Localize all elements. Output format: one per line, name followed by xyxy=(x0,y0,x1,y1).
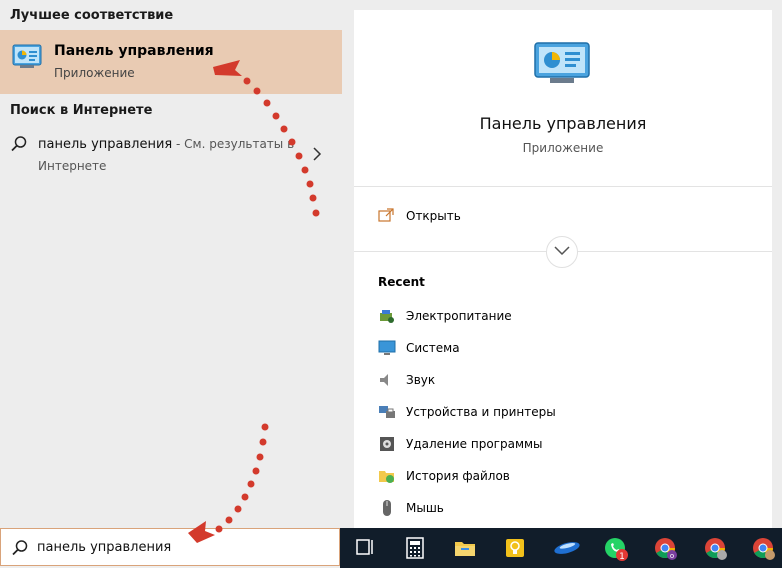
web-search-heading: Поиск в Интернете xyxy=(10,103,153,118)
chevron-right-icon[interactable] xyxy=(312,146,322,165)
search-box[interactable] xyxy=(0,528,340,566)
open-action[interactable]: Открыть xyxy=(378,208,461,225)
chrome-icon[interactable]: o xyxy=(642,528,688,568)
recent-item[interactable]: Удаление программы xyxy=(378,435,758,457)
divider xyxy=(354,186,772,187)
recent-item[interactable]: Устройства и принтеры xyxy=(378,403,758,425)
best-match-title: Панель управления xyxy=(54,43,214,59)
devices-printers-icon xyxy=(378,403,396,421)
recent-item[interactable]: Мышь xyxy=(378,499,758,521)
web-search-result[interactable]: панель управления - См. результаты в Инт… xyxy=(0,128,342,178)
chevron-down-icon xyxy=(554,246,570,256)
control-panel-icon xyxy=(12,44,42,74)
mouse-icon xyxy=(378,499,396,517)
calculator-icon[interactable] xyxy=(392,528,438,568)
chrome-icon[interactable] xyxy=(740,528,782,568)
chrome-icon[interactable] xyxy=(692,528,738,568)
open-label: Открыть xyxy=(406,209,461,223)
file-explorer-icon[interactable] xyxy=(442,528,488,568)
preview-subtitle: Приложение xyxy=(522,141,604,155)
web-search-hint-line2: Интернете xyxy=(38,159,107,173)
recent-heading: Recent xyxy=(378,275,425,289)
power-options-icon xyxy=(378,307,396,325)
search-icon xyxy=(10,135,28,157)
control-panel-large-icon xyxy=(534,42,590,90)
search-input[interactable] xyxy=(37,537,327,557)
sound-icon xyxy=(378,371,396,389)
recent-item[interactable]: Система xyxy=(378,339,758,361)
preview-title: Панель управления xyxy=(479,114,647,133)
app-icon[interactable] xyxy=(542,528,588,568)
recent-item[interactable]: Звук xyxy=(378,371,758,393)
whatsapp-badge: 1 xyxy=(619,552,625,562)
open-icon xyxy=(378,208,394,225)
best-match-heading: Лучшее соответствие xyxy=(10,8,174,23)
web-search-hint: - См. результаты в xyxy=(172,137,295,151)
best-match-subtitle: Приложение xyxy=(54,66,135,80)
task-view-icon[interactable] xyxy=(342,528,388,568)
web-search-query: панель управления xyxy=(38,137,173,152)
recent-item[interactable]: История файлов xyxy=(378,467,758,489)
best-match-result[interactable]: Панель управления Приложение xyxy=(0,30,342,94)
taskbar: 1 o xyxy=(340,528,782,568)
svg-text:o: o xyxy=(670,552,674,560)
search-icon xyxy=(11,539,29,561)
whatsapp-icon[interactable]: 1 xyxy=(592,528,638,568)
system-icon xyxy=(378,339,396,357)
tips-icon[interactable] xyxy=(492,528,538,568)
recent-item[interactable]: Электропитание xyxy=(378,307,758,329)
preview-panel: Панель управления Приложение Открыть Rec… xyxy=(354,10,772,528)
uninstall-program-icon xyxy=(378,435,396,453)
file-history-icon xyxy=(378,467,396,485)
search-results-panel: Лучшее соответствие Панель управления Пр… xyxy=(0,0,342,528)
expand-button[interactable] xyxy=(546,236,578,268)
